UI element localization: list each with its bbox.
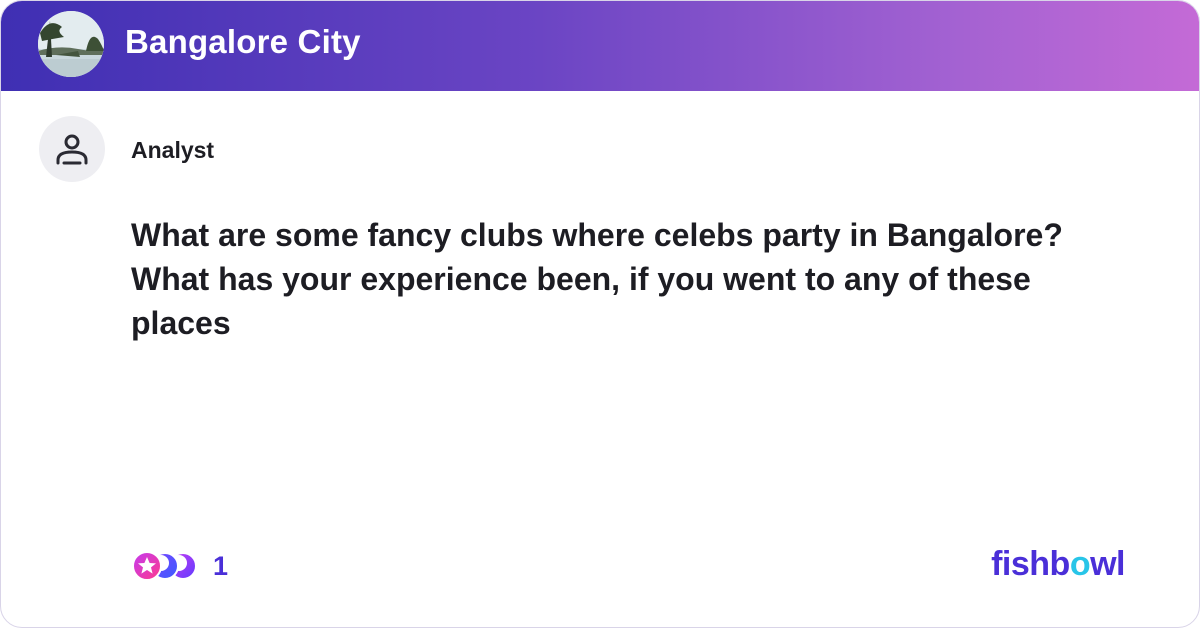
star-reaction-icon: [132, 551, 162, 581]
bowl-header: Bangalore City: [1, 1, 1199, 91]
reaction-count: 1: [213, 550, 229, 581]
user-silhouette-icon: [56, 134, 88, 165]
lake-photo-icon: [38, 11, 104, 77]
bowl-name[interactable]: Bangalore City: [125, 23, 361, 61]
bowl-avatar[interactable]: [38, 11, 104, 77]
brand-text-part: wl: [1090, 545, 1125, 583]
brand-text-part: fishb: [991, 545, 1070, 583]
reaction-icons: [131, 548, 201, 584]
fishbowl-logo[interactable]: fishbowl: [991, 545, 1125, 584]
post-question[interactable]: What are some fancy clubs where celebs p…: [131, 213, 1111, 345]
brand-text-accent: o: [1069, 545, 1091, 583]
author-name[interactable]: Analyst: [131, 137, 214, 164]
reactions-summary[interactable]: 1: [131, 548, 228, 584]
post-card: Bangalore City Analyst What are some fan…: [0, 0, 1200, 628]
author-avatar[interactable]: [39, 116, 105, 182]
